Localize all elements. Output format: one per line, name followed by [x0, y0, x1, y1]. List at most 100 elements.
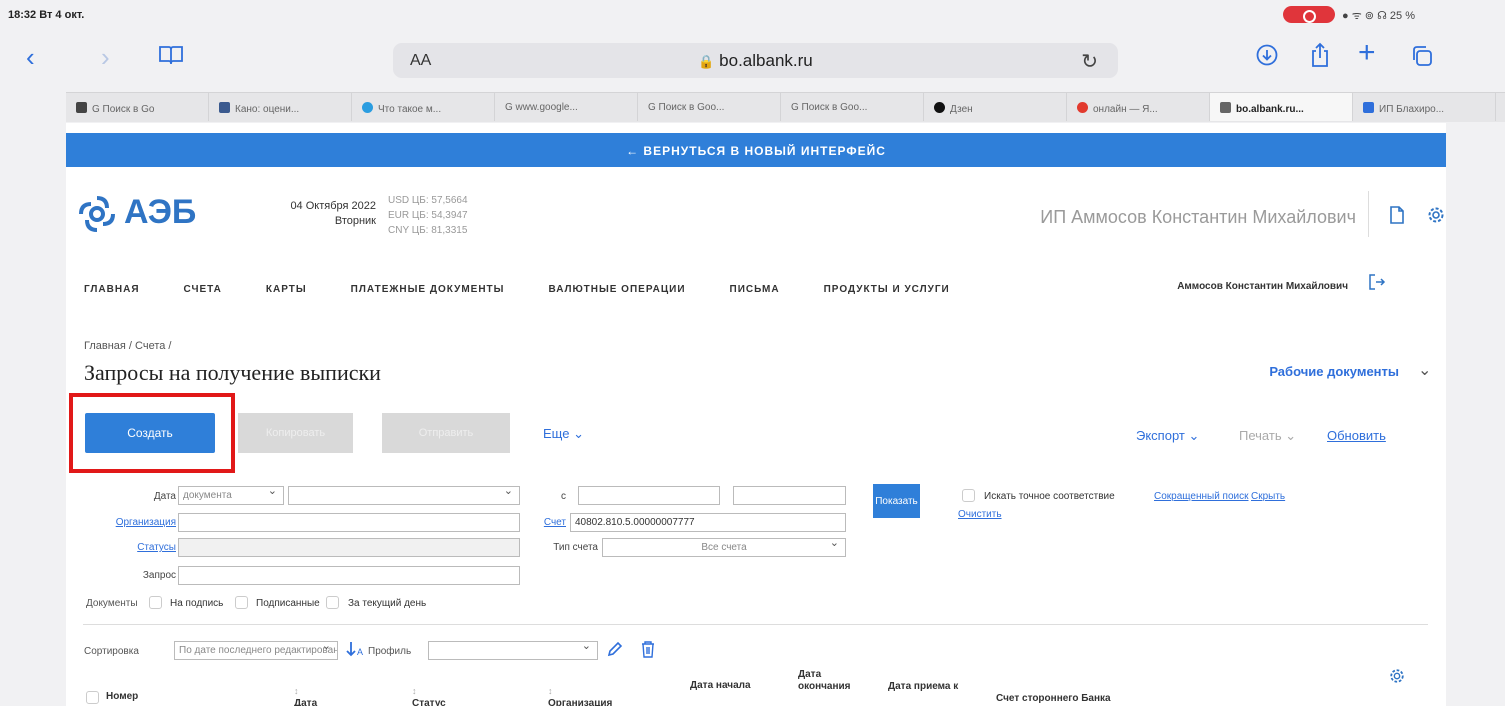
- weekday-text: Вторник: [334, 215, 376, 227]
- nav-item-accounts[interactable]: СЧЕТА: [184, 284, 222, 304]
- forward-icon[interactable]: ›: [101, 44, 110, 70]
- nav-item-home[interactable]: ГЛАВНАЯ: [84, 284, 140, 304]
- refresh-link[interactable]: Обновить: [1327, 428, 1386, 443]
- nav-item-letters[interactable]: ПИСЬМА: [730, 284, 780, 304]
- browser-tab[interactable]: G Поиск в Goo...: [781, 93, 924, 121]
- column-header-start-date[interactable]: Дата начала: [690, 680, 751, 692]
- account-type-label: Тип счета: [553, 542, 598, 553]
- document-icon[interactable]: [1389, 206, 1405, 224]
- signed-checkbox[interactable]: [235, 596, 248, 609]
- sort-select[interactable]: По дате последнего редактирования: [174, 641, 338, 660]
- delete-icon[interactable]: [640, 640, 656, 658]
- new-tab-icon[interactable]: +: [1358, 38, 1376, 68]
- export-label: Экспорт: [1136, 428, 1185, 443]
- select-all-checkbox[interactable]: [86, 691, 99, 704]
- show-button[interactable]: Показать: [873, 484, 920, 518]
- back-to-new-interface-banner[interactable]: ← ВЕРНУТЬСЯ В НОВЫЙ ИНТЕРФЕЙС: [66, 133, 1446, 167]
- rate-eur: EUR ЦБ: 54,3947: [388, 210, 468, 221]
- clear-link[interactable]: Очистить: [958, 509, 1002, 520]
- column-header-end-date[interactable]: Дата окончания: [798, 669, 868, 693]
- exact-match-label: Искать точное соответствие: [984, 491, 1115, 502]
- exact-match-checkbox[interactable]: [962, 489, 975, 502]
- address-bar[interactable]: AA 🔒 bo.albank.ru ↻: [393, 43, 1118, 78]
- reload-icon[interactable]: ↻: [1081, 49, 1098, 74]
- edit-icon[interactable]: [606, 640, 624, 658]
- tab-favicon: [362, 102, 373, 113]
- download-icon[interactable]: [1256, 44, 1278, 70]
- browser-tab[interactable]: онлайн — Я...: [1067, 93, 1210, 121]
- tab-favicon: [76, 102, 87, 113]
- settings-gear-icon[interactable]: [1427, 206, 1445, 224]
- tab-favicon: [219, 102, 230, 113]
- request-input[interactable]: [178, 566, 520, 585]
- section-divider: [83, 624, 1428, 625]
- chevron-down-icon[interactable]: ⌄: [1418, 360, 1431, 380]
- browser-tab-active[interactable]: bo.albank.ru...: [1210, 93, 1353, 121]
- browser-tab[interactable]: G Поиск в Goo...: [638, 93, 781, 121]
- date-label: Дата: [153, 491, 176, 502]
- lock-icon: 🔒: [698, 54, 715, 69]
- export-dropdown[interactable]: Экспорт ⌄: [1136, 428, 1199, 444]
- account-link[interactable]: Счет: [536, 517, 566, 528]
- bookmarks-icon[interactable]: [158, 44, 184, 70]
- tabs-overview-icon[interactable]: [1410, 44, 1434, 72]
- browser-tab[interactable]: Что такое м...: [352, 93, 495, 121]
- sort-direction-icon[interactable]: A: [346, 640, 368, 658]
- chevron-down-icon: ⌄: [1188, 428, 1200, 443]
- organization-link[interactable]: Организация: [78, 517, 176, 528]
- print-dropdown[interactable]: Печать ⌄: [1239, 428, 1296, 444]
- browser-tab[interactable]: G www.google...: [495, 93, 638, 121]
- profile-select[interactable]: [428, 639, 598, 660]
- statuses-input[interactable]: [178, 538, 520, 557]
- sort-label: Сортировка: [84, 646, 139, 657]
- nav-item-cards[interactable]: КАРТЫ: [266, 284, 307, 304]
- logout-icon[interactable]: [1368, 273, 1386, 291]
- today-checkbox[interactable]: [326, 596, 339, 609]
- date-from-input[interactable]: [578, 486, 720, 505]
- tab-favicon: [1077, 102, 1088, 113]
- breadcrumb[interactable]: Главная / Счета /: [84, 340, 171, 352]
- table-settings-gear-icon[interactable]: [1389, 668, 1405, 684]
- browser-tab[interactable]: Кано: оцени...: [209, 93, 352, 121]
- column-header-date[interactable]: ↕ Дата: [294, 685, 317, 706]
- statuses-link[interactable]: Статусы: [96, 542, 176, 553]
- status-time: 18:32 Вт 4 окт.: [8, 9, 85, 21]
- account-input[interactable]: 40802.810.5.00000007777: [570, 513, 846, 532]
- column-header-third-bank-account[interactable]: Счет стороннего Банка: [996, 693, 1111, 705]
- copy-button[interactable]: Копировать: [238, 413, 353, 453]
- date-type-select[interactable]: документа: [178, 484, 284, 505]
- on-sign-checkbox[interactable]: [149, 596, 162, 609]
- column-header-number[interactable]: Номер: [106, 691, 138, 703]
- share-icon[interactable]: [1310, 42, 1330, 72]
- date-to-input[interactable]: [733, 486, 846, 505]
- nav-item-products[interactable]: ПРОДУКТЫ И УСЛУГИ: [824, 284, 950, 304]
- account-value: 40802.810.5.00000007777: [575, 517, 695, 528]
- nav-item-payment-docs[interactable]: ПЛАТЕЖНЫЕ ДОКУМЕНТЫ: [351, 284, 505, 304]
- work-documents-link[interactable]: Рабочие документы: [1169, 364, 1399, 379]
- browser-tab[interactable]: Дзен: [924, 93, 1067, 121]
- account-type-select[interactable]: Все счета: [602, 536, 846, 557]
- organization-input[interactable]: [178, 513, 520, 532]
- client-name[interactable]: ИП Аммосов Константин Михайлович: [906, 207, 1356, 228]
- screen: 18:32 Вт 4 окт. ● ᯤ ⊚ ☊ 25 % ‹ › + AA 🔒 …: [0, 0, 1505, 706]
- screen-recording-icon: [1283, 6, 1335, 23]
- hide-link[interactable]: Скрыть: [1251, 491, 1285, 502]
- column-header-status[interactable]: ↕ Статус: [412, 685, 446, 706]
- nav-user-name[interactable]: Аммосов Константин Михайлович: [1128, 281, 1348, 292]
- date-period-select[interactable]: [288, 484, 520, 505]
- browser-tab[interactable]: ИП Блахиро...: [1353, 93, 1496, 121]
- rate-usd: USD ЦБ: 57,5664: [388, 195, 468, 206]
- send-button[interactable]: Отправить: [382, 413, 510, 453]
- nav-item-currency-ops[interactable]: ВАЛЮТНЫЕ ОПЕРАЦИИ: [548, 284, 685, 304]
- tab-favicon: [1363, 102, 1374, 113]
- column-header-organization[interactable]: ↕ Организация: [548, 685, 612, 706]
- status-bar: 18:32 Вт 4 окт. ● ᯤ ⊚ ☊ 25 %: [0, 0, 1505, 28]
- main-nav: ГЛАВНАЯ СЧЕТА КАРТЫ ПЛАТЕЖНЫЕ ДОКУМЕНТЫ …: [84, 284, 994, 304]
- chevron-down-icon: ⌄: [573, 426, 584, 441]
- browser-tab[interactable]: G Поиск в Go: [66, 93, 209, 121]
- back-icon[interactable]: ‹: [26, 44, 35, 70]
- short-search-link[interactable]: Сокращенный поиск: [1154, 491, 1249, 502]
- status-indicators: ● ᯤ ⊚ ☊ 25 %: [1342, 10, 1415, 22]
- more-dropdown[interactable]: Еще ⌄: [543, 426, 584, 442]
- column-header-accept-date[interactable]: Дата приема к: [888, 681, 958, 693]
